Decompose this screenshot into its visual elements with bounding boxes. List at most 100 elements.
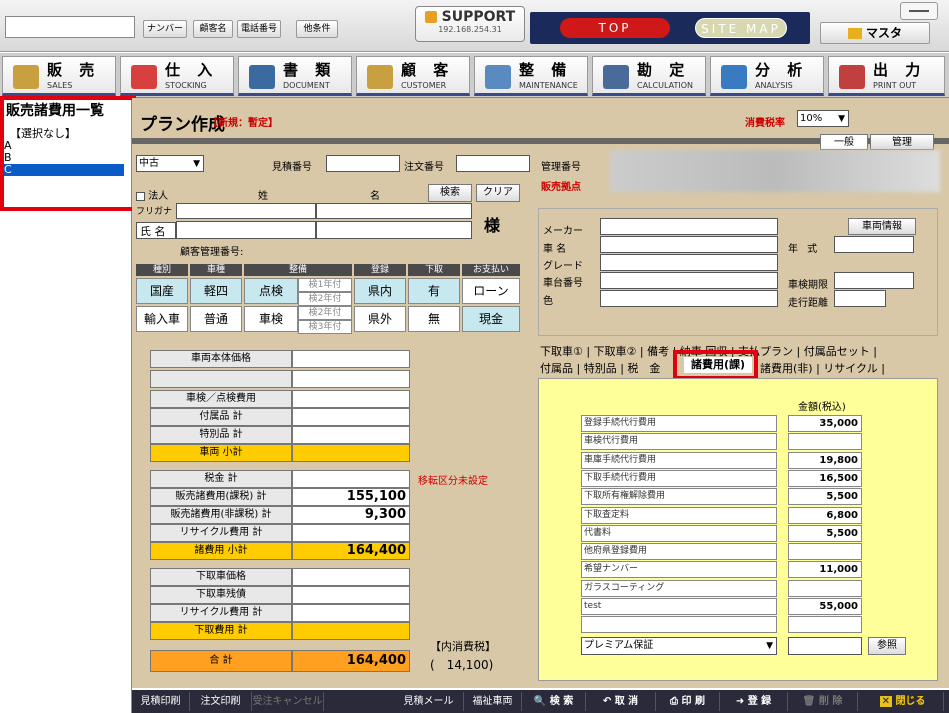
fee-value[interactable]: 6,800 <box>788 506 862 524</box>
tab-general[interactable]: 一般 <box>820 134 868 150</box>
option-normal[interactable]: 普通 <box>190 306 242 332</box>
totals-value[interactable] <box>292 568 410 586</box>
cancel-order-button[interactable]: 受注キャンセル <box>252 692 324 711</box>
option-tradein-yes[interactable]: 有 <box>408 278 460 304</box>
option-sub2[interactable]: 検2年付 <box>298 292 352 306</box>
fee-label[interactable]: 希望ナンバー <box>581 561 777 579</box>
inspection-input[interactable] <box>834 272 914 289</box>
fee-label[interactable]: test <box>581 598 777 615</box>
fee-label[interactable]: 他府県登録費用 <box>581 543 777 561</box>
totals-value[interactable]: 9,300 <box>292 506 410 524</box>
fee-label[interactable]: 下取手続代行費用 <box>581 469 777 487</box>
welfare-vehicle-button[interactable]: 福祉車両 <box>464 692 522 711</box>
menu-sales[interactable]: 販 売 SALES <box>2 56 116 96</box>
condition-select[interactable]: 中古 ▼ <box>136 155 204 172</box>
mileage-input[interactable] <box>834 290 886 307</box>
option-domestic[interactable]: 国産 <box>136 278 188 304</box>
print-estimate-button[interactable]: 見積印刷 <box>132 692 190 711</box>
grade-input[interactable] <box>600 254 778 271</box>
master-button[interactable]: マスタ <box>820 22 930 44</box>
tab-number[interactable]: ナンバー <box>143 20 187 38</box>
totals-value[interactable] <box>292 622 410 640</box>
top-button[interactable]: TOP <box>560 18 670 38</box>
search-button[interactable]: 検索 <box>428 184 472 202</box>
tab-customer-name[interactable]: 顧客名 <box>193 20 233 38</box>
fee-value[interactable]: 11,000 <box>788 561 862 579</box>
tab-row-2-right[interactable]: 諸費用(非) | リサイクル | <box>760 360 885 376</box>
option-inspection[interactable]: 点検 <box>244 278 298 304</box>
totals-value[interactable] <box>292 426 410 444</box>
fee-label[interactable]: 下取所有権解除費用 <box>581 488 777 506</box>
furigana-sei-input[interactable] <box>176 203 316 219</box>
option-in-pref[interactable]: 県内 <box>354 278 406 304</box>
name-sei-input[interactable] <box>176 221 316 239</box>
print-button[interactable]: ⎙ 印 刷 <box>656 692 720 711</box>
totals-value[interactable]: 164,400 <box>292 542 410 560</box>
fee-label[interactable]: 車検代行費用 <box>581 433 777 451</box>
fee-value[interactable] <box>788 433 862 451</box>
option-cash[interactable]: 現金 <box>462 306 520 332</box>
car-name-input[interactable] <box>600 236 778 253</box>
tab-other[interactable]: 他条件 <box>296 20 338 38</box>
corp-checkbox[interactable]: 法人 <box>136 187 168 202</box>
totals-value[interactable]: 155,100 <box>292 488 410 506</box>
totals-value[interactable] <box>292 370 410 388</box>
close-button[interactable]: ✕ 閉じる <box>862 692 944 711</box>
menu-stocking[interactable]: 仕 入 STOCKING <box>120 56 234 96</box>
vehicle-info-button[interactable]: 車両情報 <box>848 218 916 235</box>
totals-value[interactable] <box>292 408 410 426</box>
totals-value[interactable]: 164,400 <box>292 650 410 672</box>
cancel-button[interactable]: ↶ 取 消 <box>586 692 656 711</box>
menu-printout[interactable]: 出 力 PRINT OUT <box>828 56 945 96</box>
chassis-input[interactable] <box>600 272 778 289</box>
totals-value[interactable] <box>292 470 410 488</box>
option-shaken[interactable]: 車検 <box>244 306 298 332</box>
year-input[interactable] <box>834 236 914 253</box>
tax-rate-select[interactable]: 10% ▼ <box>797 110 849 127</box>
order-no-input[interactable] <box>456 155 530 172</box>
option-loan[interactable]: ローン <box>462 278 520 304</box>
minimize-button[interactable] <box>900 2 938 20</box>
tab-row-2-left[interactable]: 付属品 | 特別品 | 税 金 <box>540 360 660 376</box>
menu-customer[interactable]: 顧 客 CUSTOMER <box>356 56 470 96</box>
totals-value[interactable] <box>292 586 410 604</box>
fee-label[interactable] <box>581 616 777 634</box>
fee-value[interactable]: 5,500 <box>788 524 862 542</box>
furigana-mei-input[interactable] <box>316 203 472 219</box>
fee-value[interactable] <box>788 543 862 561</box>
fee-label[interactable]: 下取査定料 <box>581 506 777 524</box>
fee-value[interactable]: 19,800 <box>788 451 862 469</box>
fee-value[interactable]: 35,000 <box>788 415 862 432</box>
option-kei[interactable]: 軽四 <box>190 278 242 304</box>
tab-manage[interactable]: 管理 <box>870 134 934 150</box>
totals-value[interactable] <box>292 444 410 462</box>
option-sub3[interactable]: 検3年付 <box>298 320 352 334</box>
fee-label[interactable]: 代書料 <box>581 524 777 542</box>
fee-label[interactable]: 登録手続代行費用 <box>581 415 777 432</box>
clear-button[interactable]: クリア <box>476 184 520 202</box>
reference-button[interactable]: 参照 <box>868 637 906 655</box>
option-sub2b[interactable]: 検2年付 <box>298 306 352 320</box>
menu-calculation[interactable]: 勘 定 CALCULATION <box>592 56 706 96</box>
option-out-pref[interactable]: 県外 <box>354 306 406 332</box>
totals-value[interactable] <box>292 524 410 542</box>
fee-value[interactable]: 5,500 <box>788 488 862 506</box>
option-sub1[interactable]: 検1年付 <box>298 278 352 292</box>
print-order-button[interactable]: 注文印刷 <box>190 692 252 711</box>
support-button[interactable]: SUPPORT 192.168.254.31 <box>415 6 525 42</box>
sitemap-button[interactable]: SITE MAP <box>695 18 787 38</box>
fee-value[interactable]: 55,000 <box>788 598 862 615</box>
estimate-mail-button[interactable]: 見積メール <box>394 692 464 711</box>
search-button[interactable]: 🔍 検 索 <box>522 692 586 711</box>
fee-value[interactable] <box>788 616 862 634</box>
fee-label[interactable]: 車庫手続代行費用 <box>581 451 777 469</box>
maker-input[interactable] <box>600 218 778 235</box>
option-tradein-no[interactable]: 無 <box>408 306 460 332</box>
totals-value[interactable] <box>292 390 410 408</box>
fee-value[interactable]: 16,500 <box>788 469 862 487</box>
search-input[interactable] <box>5 16 135 38</box>
totals-value[interactable] <box>292 604 410 622</box>
register-button[interactable]: ➜ 登 録 <box>720 692 788 711</box>
totals-value[interactable] <box>292 350 410 368</box>
color-input[interactable] <box>600 290 778 307</box>
